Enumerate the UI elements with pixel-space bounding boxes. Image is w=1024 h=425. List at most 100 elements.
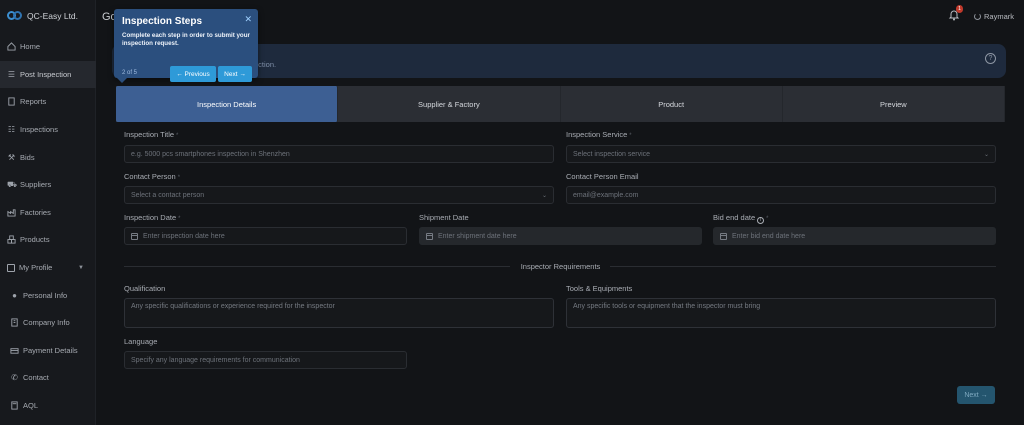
inspection-title-input[interactable]: e.g. 5000 pcs smartphones inspection in … xyxy=(124,145,554,163)
next-button[interactable]: Next → xyxy=(957,386,995,404)
sidebar-item-inspections[interactable]: ☷ Inspections xyxy=(0,116,96,144)
sidebar-item-label: My Profile xyxy=(19,263,53,273)
shipment-date-label: Shipment Date xyxy=(419,213,469,222)
step-tabs: Inspection Details Supplier & Factory Pr… xyxy=(116,86,1005,122)
popover-title: Inspection Steps xyxy=(122,16,203,27)
required-mark: * xyxy=(176,133,179,139)
profile-icon xyxy=(7,263,15,272)
app-logo[interactable]: QC-Easy Ltd. xyxy=(7,9,78,23)
contact-email-field[interactable]: email@example.com xyxy=(566,186,996,204)
placeholder: Enter shipment date here xyxy=(438,232,517,240)
contact-person-label: Contact Person * xyxy=(124,172,180,181)
sidebar-item-label: Post Inspection xyxy=(20,69,72,79)
qualification-textarea[interactable]: Any specific qualifications or experienc… xyxy=(124,298,554,328)
sidebar-item-bids[interactable]: ⚒ Bids xyxy=(0,143,96,171)
sidebar-item-label: Payment Details xyxy=(23,345,78,355)
user-menu[interactable]: Raymark xyxy=(973,12,1014,21)
help-icon[interactable]: ? xyxy=(985,53,996,64)
required-mark: * xyxy=(766,216,769,222)
placeholder: Specify any language requirements for co… xyxy=(131,356,300,364)
sidebar-item-reports[interactable]: Reports xyxy=(0,88,96,116)
sidebar-item-my-profile[interactable]: My Profile ▼ xyxy=(0,254,96,282)
sidebar-item-products[interactable]: Products xyxy=(0,226,96,254)
tools-label: Tools & Equipments xyxy=(566,284,633,293)
chevron-down-icon: ⌄ xyxy=(983,151,989,158)
previous-button[interactable]: ← Previous xyxy=(170,66,216,82)
contact-email-label: Contact Person Email xyxy=(566,172,639,181)
label-text: Inspection Service xyxy=(566,130,628,139)
contact-person-select[interactable]: Select a contact person ⌄ xyxy=(124,186,554,204)
avatar-icon xyxy=(973,13,981,20)
sidebar-item-personal-info[interactable]: ● Personal Info xyxy=(0,281,96,309)
notification-badge: 1 xyxy=(956,5,963,13)
sidebar-item-factories[interactable]: Factories xyxy=(0,199,96,227)
inspection-date-input[interactable]: Enter inspection date here xyxy=(124,227,407,245)
tour-next-button[interactable]: Next → xyxy=(218,66,252,82)
sidebar-item-aql[interactable]: AQL xyxy=(0,392,96,420)
sidebar-item-payment-details[interactable]: Payment Details xyxy=(0,337,96,365)
qualification-label: Qualification xyxy=(124,284,166,293)
inspection-service-select[interactable]: Select inspection service ⌄ xyxy=(566,145,996,163)
tour-progress: 2 of 5 xyxy=(122,70,138,76)
language-input[interactable]: Specify any language requirements for co… xyxy=(124,351,407,369)
shipment-date-input[interactable]: Enter shipment date here xyxy=(419,227,702,245)
placeholder: Any specific tools or equipment that the… xyxy=(573,303,761,310)
sidebar-item-label: Suppliers xyxy=(20,180,52,190)
placeholder: Select a contact person xyxy=(131,191,205,199)
sidebar-item-label: AQL xyxy=(23,401,39,411)
app-name: QC-Easy Ltd. xyxy=(27,11,79,21)
chevron-down-icon: ⌄ xyxy=(541,192,547,199)
tools-textarea[interactable]: Any specific tools or equipment that the… xyxy=(566,298,996,328)
sidebar-item-label: Products xyxy=(20,235,50,245)
calculator-icon xyxy=(11,401,18,410)
person-icon: ● xyxy=(12,290,17,300)
sidebar-item-label: Company Info xyxy=(23,318,70,328)
sidebar-item-label: Factories xyxy=(20,207,51,217)
sidebar-item-label: Inspections xyxy=(20,125,58,135)
label-text: Inspection Title xyxy=(124,130,175,139)
logo-icon xyxy=(7,11,23,21)
popover-description: Complete each step in order to submit yo… xyxy=(122,32,250,47)
truck-icon: ⛟ xyxy=(7,180,18,190)
placeholder: Enter bid end date here xyxy=(732,232,806,240)
chevron-down-icon: ▼ xyxy=(78,264,84,271)
calendar-icon xyxy=(131,232,138,240)
placeholder: Enter inspection date here xyxy=(143,232,225,240)
sidebar-nav: Home ☰ Post Inspection Reports ☷ Inspect… xyxy=(0,33,96,419)
tour-popover: Inspection Steps ✕ Complete each step in… xyxy=(114,9,258,83)
factory-icon xyxy=(7,209,16,217)
building-icon xyxy=(11,318,18,327)
sidebar-item-home[interactable]: Home xyxy=(0,33,96,61)
required-mark: * xyxy=(178,216,181,222)
tab-preview[interactable]: Preview xyxy=(782,86,1005,122)
placeholder: e.g. 5000 pcs smartphones inspection in … xyxy=(131,150,290,158)
tab-product[interactable]: Product xyxy=(560,86,783,122)
placeholder: email@example.com xyxy=(573,191,639,199)
sidebar-item-label: Personal Info xyxy=(23,290,68,300)
sidebar-item-contact[interactable]: ✆ Contact xyxy=(0,364,96,392)
bid-end-date-label: Bid end date i * xyxy=(713,213,768,224)
list-icon: ☰ xyxy=(7,69,16,79)
close-icon[interactable]: ✕ xyxy=(244,14,252,25)
notification-button[interactable]: 1 xyxy=(948,5,963,21)
tab-inspection-details[interactable]: Inspection Details xyxy=(116,86,339,122)
sidebar-item-post-inspection[interactable]: ☰ Post Inspection xyxy=(0,60,96,89)
sidebar-item-label: Bids xyxy=(20,152,35,162)
calendar-icon xyxy=(426,232,433,240)
bid-end-date-input[interactable]: Enter bid end date here xyxy=(713,227,996,245)
tab-supplier-factory[interactable]: Supplier & Factory xyxy=(338,86,561,122)
calendar-icon xyxy=(720,232,727,240)
placeholder: Select inspection service xyxy=(573,150,651,158)
required-mark: * xyxy=(629,133,632,139)
sidebar-item-label: Contact xyxy=(23,373,49,383)
inspection-title-label: Inspection Title * xyxy=(124,130,178,139)
sidebar-item-suppliers[interactable]: ⛟ Suppliers xyxy=(0,171,96,199)
boxes-icon xyxy=(7,235,16,245)
placeholder: Any specific qualifications or experienc… xyxy=(131,303,335,310)
label-text: Inspection Date xyxy=(124,213,177,222)
inspection-form: Inspection Title * e.g. 5000 pcs smartpho… xyxy=(116,122,1005,420)
info-icon[interactable]: i xyxy=(757,217,765,224)
sidebar-item-company-info[interactable]: Company Info xyxy=(0,309,96,337)
list-icon: ☷ xyxy=(7,125,16,135)
inspection-service-label: Inspection Service * xyxy=(566,130,632,139)
